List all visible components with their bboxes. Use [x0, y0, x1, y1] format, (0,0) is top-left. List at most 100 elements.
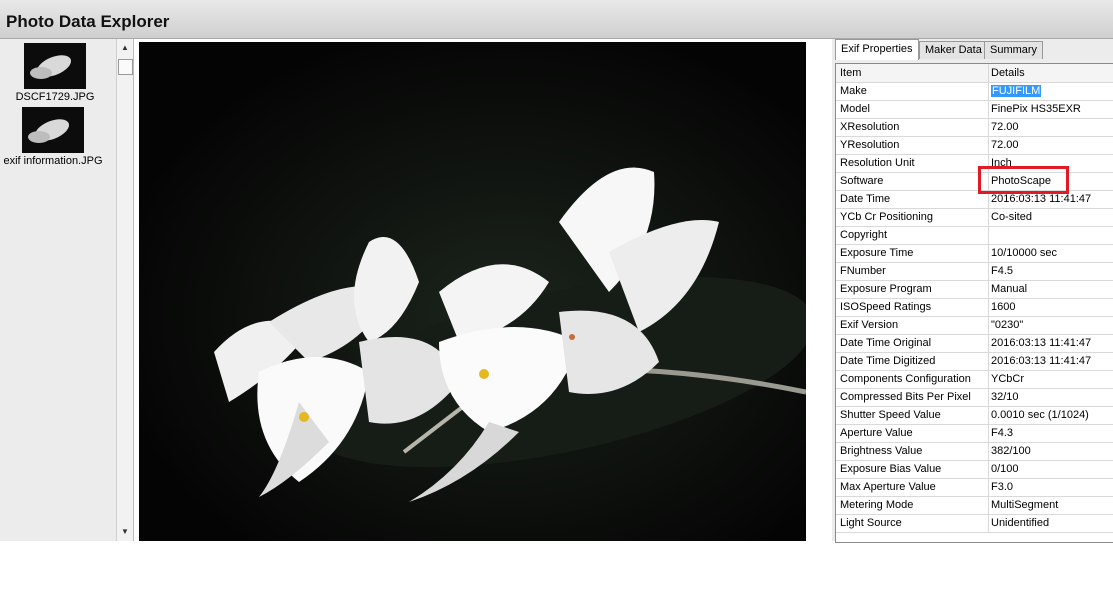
- photo-preview: [139, 42, 806, 541]
- property-value: 72.00: [991, 121, 1113, 133]
- table-row[interactable]: Exposure Bias Value 0/100: [836, 460, 1113, 479]
- scroll-down-arrow-icon[interactable]: ▼: [117, 525, 133, 539]
- property-name: Light Source: [840, 517, 902, 529]
- property-value: 2016:03:13 11:41:47: [991, 193, 1113, 205]
- property-name: Copyright: [840, 229, 888, 241]
- table-row[interactable]: Copyright: [836, 226, 1113, 245]
- property-name: Brightness Value: [840, 445, 923, 457]
- table-row[interactable]: ISOSpeed Ratings 1600: [836, 298, 1113, 317]
- table-row[interactable]: XResolution 72.00: [836, 118, 1113, 137]
- property-value: 0.0010 sec (1/1024): [991, 409, 1113, 421]
- thumbnail-scrollbar[interactable]: ▲ ▼: [116, 39, 133, 541]
- table-row[interactable]: Date Time Original 2016:03:13 11:41:47: [836, 334, 1113, 353]
- table-row[interactable]: Aperture Value F4.3: [836, 424, 1113, 443]
- table-row[interactable]: Software PhotoScape: [836, 172, 1113, 191]
- table-row[interactable]: Max Aperture Value F3.0: [836, 478, 1113, 497]
- property-name: Aperture Value: [840, 427, 913, 439]
- property-name: Metering Mode: [840, 499, 914, 511]
- property-value-text: 10/10000 sec: [991, 247, 1058, 259]
- table-row[interactable]: YCb Cr Positioning Co-sited: [836, 208, 1113, 227]
- property-value: "0230": [991, 319, 1113, 331]
- property-value-text: Co-sited: [991, 211, 1032, 223]
- thumbnail-caption: exif information.JPG: [3, 155, 103, 167]
- table-row[interactable]: Light Source Unidentified: [836, 514, 1113, 533]
- property-value-text: YCbCr: [991, 373, 1025, 385]
- thumbnail-item[interactable]: DSCF1729.JPG: [0, 43, 110, 103]
- property-name: Compressed Bits Per Pixel: [840, 391, 971, 403]
- table-header: Item Details: [836, 64, 1113, 83]
- table-row[interactable]: YResolution 72.00: [836, 136, 1113, 155]
- property-value: 1600: [991, 301, 1113, 313]
- property-value-text: 0.0010 sec (1/1024): [991, 409, 1089, 421]
- table-row[interactable]: Components Configuration YCbCr: [836, 370, 1113, 389]
- property-value: 382/100: [991, 445, 1113, 457]
- property-value-text: Manual: [991, 283, 1028, 295]
- property-value: 10/10000 sec: [991, 247, 1113, 259]
- thumbnail-image[interactable]: [24, 43, 86, 89]
- property-value: FUJIFILM: [991, 85, 1113, 97]
- property-value-text: 382/100: [991, 445, 1031, 457]
- property-name: Make: [840, 85, 867, 97]
- property-value-text: 2016:03:13 11:41:47: [991, 337, 1092, 349]
- thumbnail-item[interactable]: exif information.JPG: [0, 107, 108, 167]
- tab-exif-properties[interactable]: Exif Properties: [835, 39, 919, 60]
- property-name: Model: [840, 103, 870, 115]
- table-row[interactable]: Shutter Speed Value 0.0010 sec (1/1024): [836, 406, 1113, 425]
- table-row[interactable]: Metering Mode MultiSegment: [836, 496, 1113, 515]
- table-row[interactable]: Date Time 2016:03:13 11:41:47: [836, 190, 1113, 209]
- property-name: Date Time Digitized: [840, 355, 936, 367]
- property-name: YCb Cr Positioning: [840, 211, 933, 223]
- property-value: 2016:03:13 11:41:47: [991, 355, 1113, 367]
- property-value-text: 2016:03:13 11:41:47: [991, 193, 1092, 205]
- table-row[interactable]: Model FinePix HS35EXR: [836, 100, 1113, 119]
- table-row[interactable]: Exif Version "0230": [836, 316, 1113, 335]
- property-value: Co-sited: [991, 211, 1113, 223]
- property-name: Exposure Time: [840, 247, 914, 259]
- table-row[interactable]: Date Time Digitized 2016:03:13 11:41:47: [836, 352, 1113, 371]
- software-highlight-box: [978, 166, 1069, 194]
- column-header-item[interactable]: Item: [840, 67, 986, 79]
- property-value-text: FinePix HS35EXR: [991, 103, 1081, 115]
- title-bar: Photo Data Explorer: [0, 0, 1113, 39]
- property-value-text: 32/10: [991, 391, 1019, 403]
- property-value: FinePix HS35EXR: [991, 103, 1113, 115]
- thumbnail-image[interactable]: [22, 107, 84, 153]
- column-header-details[interactable]: Details: [991, 67, 1113, 79]
- tab-summary[interactable]: Summary: [984, 41, 1044, 59]
- property-value-text: "0230": [991, 319, 1024, 331]
- property-name: Date Time: [840, 193, 891, 205]
- table-row[interactable]: Compressed Bits Per Pixel 32/10: [836, 388, 1113, 407]
- property-name: ISOSpeed Ratings: [840, 301, 932, 313]
- property-value-text: MultiSegment: [991, 499, 1059, 511]
- table-row[interactable]: Brightness Value 382/100: [836, 442, 1113, 461]
- table-row[interactable]: Resolution Unit Inch: [836, 154, 1113, 173]
- scroll-up-arrow-icon[interactable]: ▲: [117, 41, 133, 55]
- property-value-text: 0/100: [991, 463, 1019, 475]
- property-value-text: Unidentified: [991, 517, 1050, 529]
- property-value-text: 72.00: [991, 139, 1019, 151]
- scrollbar-thumb[interactable]: [118, 59, 133, 75]
- table-row[interactable]: Make FUJIFILM: [836, 82, 1113, 101]
- property-name: Resolution Unit: [840, 157, 915, 169]
- exif-table: Item Details Make FUJIFILM Model FinePix HS…: [835, 63, 1113, 543]
- property-name: Exposure Program: [840, 283, 932, 295]
- property-value: F4.3: [991, 427, 1113, 439]
- property-value: Manual: [991, 283, 1113, 295]
- tab-maker-data[interactable]: Maker Data: [919, 41, 988, 59]
- property-name: Max Aperture Value: [840, 481, 936, 493]
- orchid-photo: [139, 42, 806, 541]
- table-row[interactable]: FNumber F4.5: [836, 262, 1113, 281]
- property-value-text: F4.5: [991, 265, 1014, 277]
- property-name: XResolution: [840, 121, 900, 133]
- property-name: YResolution: [840, 139, 900, 151]
- table-row[interactable]: Exposure Program Manual: [836, 280, 1113, 299]
- thumbnail-caption: DSCF1729.JPG: [15, 91, 95, 103]
- property-name: Software: [840, 175, 884, 187]
- thumbnail-panel: DSCF1729.JPG exif information.JPG: [0, 39, 134, 541]
- table-row[interactable]: Exposure Time 10/10000 sec: [836, 244, 1113, 263]
- property-value: MultiSegment: [991, 499, 1113, 511]
- property-value: 2016:03:13 11:41:47: [991, 337, 1113, 349]
- property-name: Components Configuration: [840, 373, 971, 385]
- window-title: Photo Data Explorer: [6, 12, 170, 31]
- property-name: Exposure Bias Value: [840, 463, 942, 475]
